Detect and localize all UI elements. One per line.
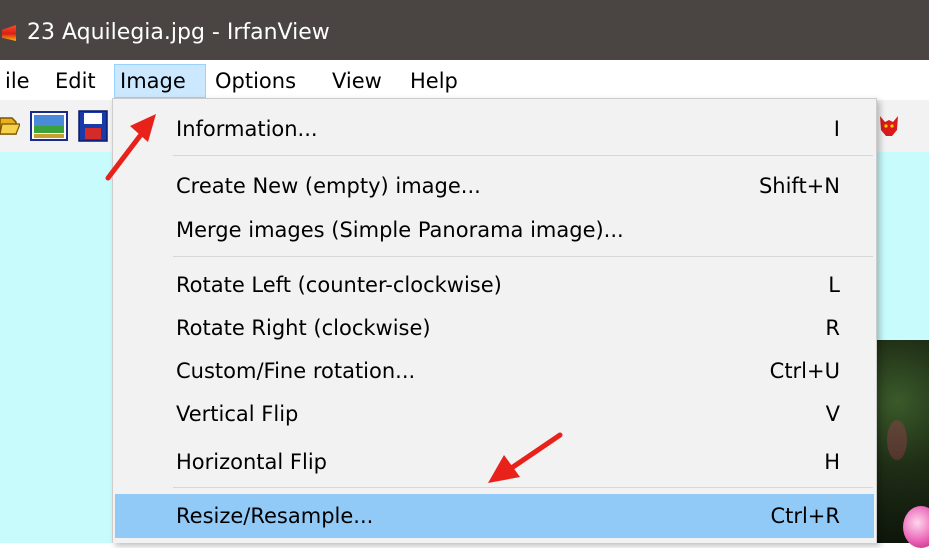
irfanview-app-icon[interactable] <box>2 25 16 41</box>
title-bar: 23 Aquilegia.jpg - IrfanView <box>0 0 929 60</box>
menu-item-shortcut: Ctrl+U <box>769 359 840 383</box>
menu-options[interactable]: Options <box>210 64 301 98</box>
menu-item-shortcut: Shift+N <box>758 174 840 198</box>
menu-separator <box>173 256 873 257</box>
menu-view[interactable]: View <box>327 64 387 98</box>
irfanview-cat-icon[interactable] <box>878 112 900 138</box>
menu-item-shortcut: L <box>828 273 840 297</box>
menu-item-information[interactable]: Information... I <box>115 109 874 149</box>
menu-item-shortcut: R <box>825 316 840 340</box>
menu-bar: ile Edit Image Options View Help <box>0 60 929 101</box>
menu-item-resize-resample[interactable]: Resize/Resample... Ctrl+R <box>115 494 874 538</box>
menu-item-label: Create New (empty) image... <box>176 174 481 198</box>
menu-file[interactable]: ile <box>0 64 35 98</box>
menu-image[interactable]: Image <box>114 64 206 98</box>
window-title: 23 Aquilegia.jpg - IrfanView <box>27 20 330 45</box>
menu-item-create-new-image[interactable]: Create New (empty) image... Shift+N <box>115 166 874 206</box>
menu-item-label: Information... <box>176 117 318 141</box>
slideshow-icon[interactable] <box>30 111 68 141</box>
menu-edit[interactable]: Edit <box>50 64 101 98</box>
aquilegia-photo <box>877 340 929 548</box>
menu-item-rotate-right[interactable]: Rotate Right (clockwise) R <box>115 308 874 348</box>
menu-item-horizontal-flip[interactable]: Horizontal Flip H <box>115 442 874 482</box>
menu-item-vertical-flip[interactable]: Vertical Flip V <box>115 394 874 434</box>
menu-item-custom-rotation[interactable]: Custom/Fine rotation... Ctrl+U <box>115 351 874 391</box>
menu-item-label: Merge images (Simple Panorama image)... <box>176 218 624 242</box>
photo-detail <box>887 420 907 460</box>
menu-separator <box>173 487 873 488</box>
image-menu-dropdown: Information... I Create New (empty) imag… <box>112 98 877 543</box>
menu-item-label: Resize/Resample... <box>176 504 374 528</box>
open-folder-icon[interactable] <box>0 112 20 138</box>
menu-item-label: Custom/Fine rotation... <box>176 359 416 383</box>
menu-item-rotate-left[interactable]: Rotate Left (counter-clockwise) L <box>115 265 874 305</box>
menu-item-label: Rotate Right (clockwise) <box>176 316 431 340</box>
menu-item-label: Vertical Flip <box>176 402 299 426</box>
menu-item-shortcut: V <box>825 402 840 426</box>
menu-item-shortcut: I <box>833 117 840 141</box>
menu-item-label: Rotate Left (counter-clockwise) <box>176 273 502 297</box>
menu-item-shortcut: H <box>824 450 840 474</box>
save-disk-icon[interactable] <box>78 110 108 142</box>
photo-flower-petal <box>903 506 929 548</box>
menu-item-shortcut: Ctrl+R <box>770 504 840 528</box>
menu-item-label: Horizontal Flip <box>176 450 327 474</box>
menu-item-merge-images[interactable]: Merge images (Simple Panorama image)... <box>115 210 874 250</box>
menu-help[interactable]: Help <box>405 64 463 98</box>
menu-separator <box>173 155 873 156</box>
